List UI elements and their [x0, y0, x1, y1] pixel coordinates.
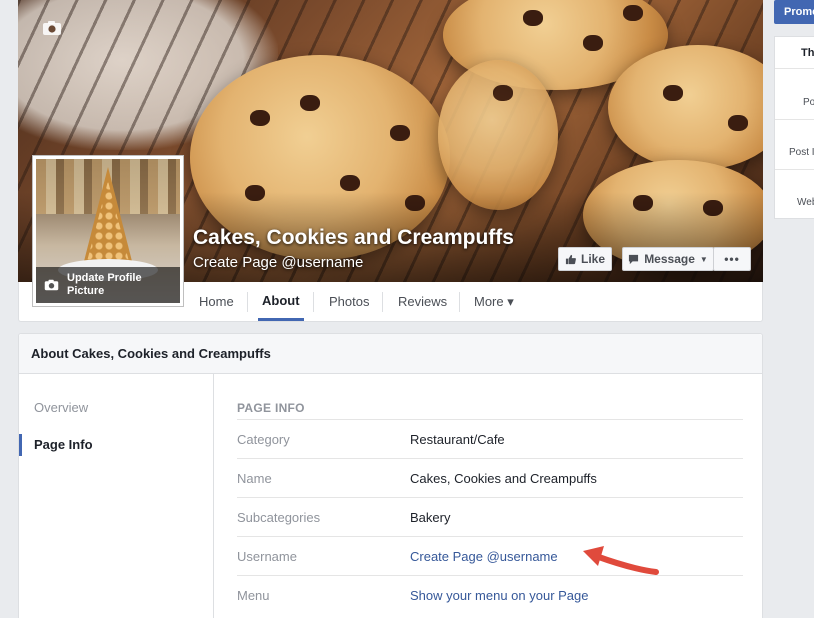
- sidebar-header: Th: [801, 47, 814, 59]
- chevron-down-icon: ▼: [699, 254, 708, 264]
- info-row-category: Category Restaurant/Cafe: [237, 419, 743, 458]
- message-icon: [629, 254, 639, 264]
- camera-icon: [44, 279, 59, 291]
- info-value: Cakes, Cookies and Creampuffs: [410, 471, 597, 486]
- tab-photos[interactable]: Photos: [329, 282, 369, 321]
- tab-reviews[interactable]: Reviews: [398, 282, 447, 321]
- info-row-subcategories: Subcategories Bakery: [237, 497, 743, 536]
- active-indicator: [19, 434, 22, 456]
- sidebar-item[interactable]: Web: [797, 197, 814, 208]
- more-options-button[interactable]: •••: [713, 247, 751, 271]
- like-button[interactable]: Like: [558, 247, 612, 271]
- cookie-middle: [438, 60, 558, 210]
- like-label: Like: [580, 252, 605, 266]
- update-profile-picture-label: Update Profile Picture: [67, 272, 142, 297]
- info-key: Category: [237, 432, 290, 447]
- menu-item-page-info[interactable]: Page Info: [34, 437, 93, 452]
- message-button[interactable]: Message ▼: [622, 247, 714, 271]
- sidebar-item[interactable]: Po: [803, 97, 814, 108]
- info-key: Name: [237, 471, 272, 486]
- menu-item-overview[interactable]: Overview: [34, 400, 88, 415]
- info-row-username: Username Create Page @username: [237, 536, 743, 575]
- info-value: Bakery: [410, 510, 451, 525]
- tab-home[interactable]: Home: [199, 282, 234, 321]
- right-sidebar-card: Th Po Post I Web: [774, 36, 814, 219]
- info-row-menu: Menu Show your menu on your Page: [237, 575, 743, 614]
- annotation-arrow-icon: [583, 546, 659, 575]
- show-menu-link[interactable]: Show your menu on your Page: [410, 588, 589, 603]
- camera-icon[interactable]: [42, 20, 62, 36]
- section-title: PAGE INFO: [237, 401, 305, 415]
- promote-button[interactable]: Promo: [774, 0, 814, 24]
- info-value: Restaurant/Cafe: [410, 432, 505, 447]
- tab-about[interactable]: About: [258, 282, 304, 321]
- info-key: Username: [237, 549, 297, 564]
- page-title[interactable]: Cakes, Cookies and Creampuffs: [193, 226, 514, 250]
- profile-picture[interactable]: Update Profile Picture: [32, 155, 184, 307]
- info-key: Subcategories: [237, 510, 321, 525]
- create-username-link[interactable]: Create Page @username: [193, 254, 363, 271]
- about-side-menu: Overview Page Info: [19, 374, 214, 618]
- about-card-header: About Cakes, Cookies and Creampuffs: [19, 334, 762, 374]
- thumbs-up-icon: [565, 254, 576, 264]
- ellipsis-icon: •••: [724, 252, 740, 266]
- tab-more[interactable]: More ▾: [474, 282, 514, 321]
- info-key: Menu: [237, 588, 270, 603]
- info-row-name: Name Cakes, Cookies and Creampuffs: [237, 458, 743, 497]
- create-username-link[interactable]: Create Page @username: [410, 549, 558, 564]
- update-profile-picture-button[interactable]: Update Profile Picture: [36, 267, 180, 303]
- sidebar-item[interactable]: Post I: [789, 147, 814, 158]
- message-label: Message: [644, 252, 695, 266]
